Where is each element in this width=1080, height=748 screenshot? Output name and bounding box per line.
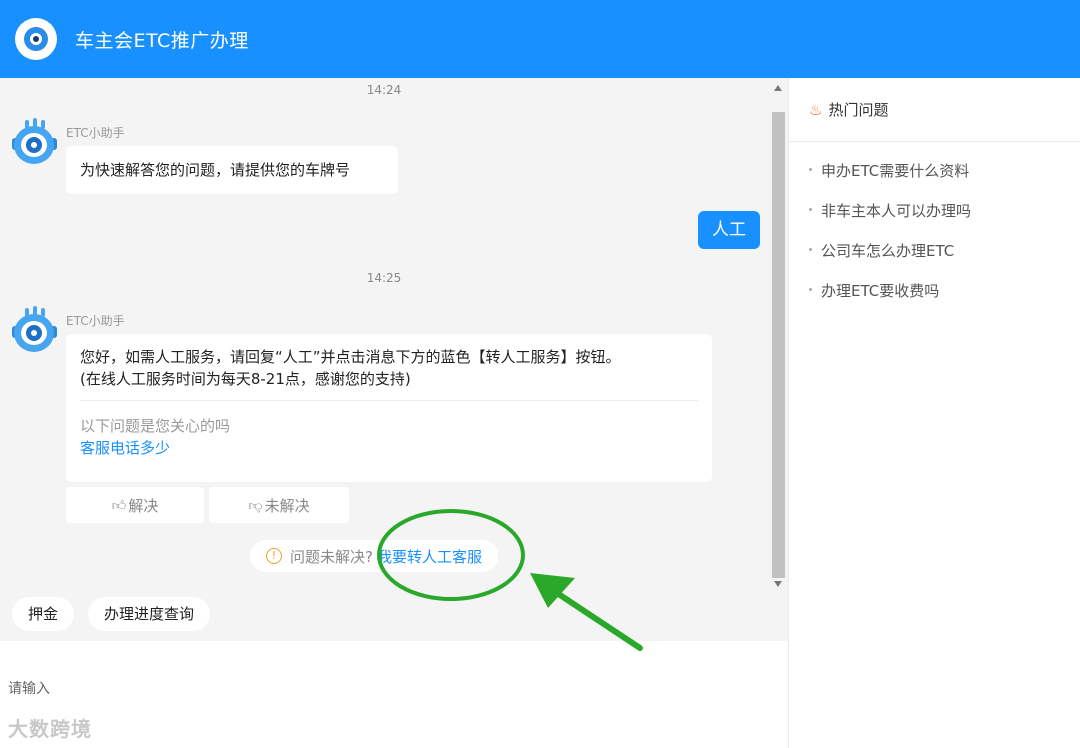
hot-question-label: 申办ETC需要什么资料 <box>821 162 970 180</box>
hot-question-item[interactable]: 申办ETC需要什么资料 <box>809 160 969 181</box>
hot-questions-sidebar: ♨ 热门问题 申办ETC需要什么资料 非车主本人可以办理吗 公司车怎么办理ETC… <box>788 78 1080 748</box>
header: 车主会ETC推广办理 <box>0 0 1080 78</box>
bot-avatar-icon <box>12 306 58 354</box>
transfer-notice: ! 问题未解决? 我要转人工客服 <box>250 540 498 572</box>
notice-text: 问题未解决? <box>290 547 373 566</box>
quick-reply-deposit[interactable]: 押金 <box>12 597 75 631</box>
thumbs-down-icon: 👎︎ <box>248 497 263 514</box>
bot-name: ETC小助手 <box>66 126 125 140</box>
bot-message: 为快速解答您的问题，请提供您的车牌号 <box>66 146 398 194</box>
hot-question-item[interactable]: 非车主本人可以办理吗 <box>809 200 971 221</box>
logo-icon <box>15 18 57 60</box>
bot-message-text: (在线人工服务时间为每天8-21点，感谢您的支持) <box>80 370 411 388</box>
hot-question-item[interactable]: 公司车怎么办理ETC <box>809 240 954 261</box>
warning-icon: ! <box>266 548 282 564</box>
chat-panel: 14:24 ETC小助手 为快速解答您的问题，请提供您的车牌号 人工 14:25… <box>0 78 788 641</box>
hot-question-label: 公司车怎么办理ETC <box>821 242 955 260</box>
watermark: 大数跨境 <box>8 717 92 741</box>
hot-question-label: 非车主本人可以办理吗 <box>821 202 972 220</box>
thumbs-up-icon: 👍︎ <box>111 497 127 514</box>
quick-reply-progress[interactable]: 办理进度查询 <box>88 597 211 631</box>
resolved-label: 解决 <box>128 496 159 515</box>
resolved-button[interactable]: 👍︎ 解决 <box>66 487 204 523</box>
bot-name: ETC小助手 <box>66 314 125 328</box>
unresolved-label: 未解决 <box>264 496 310 515</box>
divider <box>80 400 698 401</box>
fire-icon: ♨ <box>809 100 823 119</box>
scroll-up-arrow-icon[interactable] <box>774 85 782 91</box>
message-input[interactable] <box>8 679 768 699</box>
bot-message: 您好，如需人工服务，请回复“人工”并点击消息下方的蓝色【转人工服务】按钮。 (在… <box>66 334 712 482</box>
hot-question-item[interactable]: 办理ETC要收费吗 <box>809 280 939 301</box>
bot-avatar-icon <box>12 118 58 166</box>
unresolved-button[interactable]: 👎︎ 未解决 <box>209 487 349 523</box>
sidebar-header: ♨ 热门问题 <box>789 78 1080 142</box>
sidebar-title: 热门问题 <box>828 101 889 119</box>
user-message: 人工 <box>698 211 760 249</box>
bot-message-text: 为快速解答您的问题，请提供您的车牌号 <box>80 161 351 179</box>
hot-question-label: 办理ETC要收费吗 <box>821 282 940 300</box>
related-questions-hint: 以下问题是您关心的吗 <box>80 417 231 435</box>
page-title: 车主会ETC推广办理 <box>75 29 249 52</box>
timestamp: 14:25 <box>366 271 402 285</box>
chat-scrollbar[interactable] <box>770 78 787 594</box>
related-question-link[interactable]: 客服电话多少 <box>80 437 698 459</box>
bot-message-text: 您好，如需人工服务，请回复“人工”并点击消息下方的蓝色【转人工服务】按钮。 <box>80 348 621 366</box>
scroll-thumb[interactable] <box>772 112 785 578</box>
transfer-to-human-link[interactable]: 我要转人工客服 <box>377 546 482 567</box>
input-area: 大数跨境 <box>0 641 788 748</box>
scroll-down-arrow-icon[interactable] <box>774 581 782 587</box>
timestamp: 14:24 <box>366 83 402 97</box>
